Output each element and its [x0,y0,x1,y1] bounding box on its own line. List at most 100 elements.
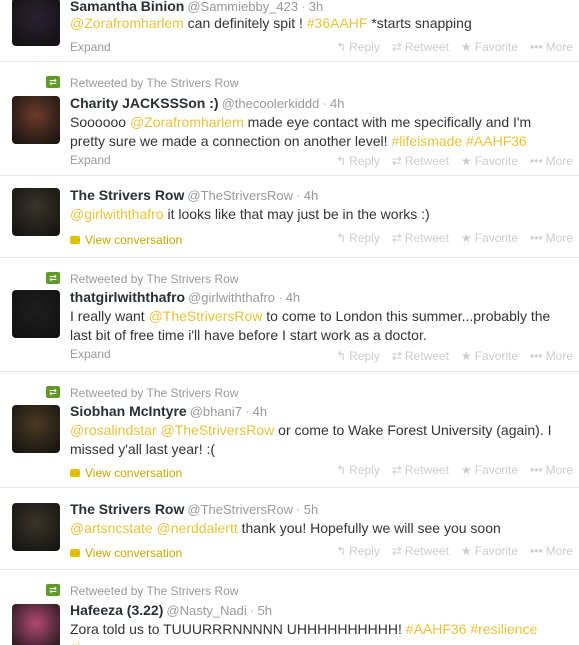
more-action[interactable]: ••• More [530,544,573,558]
user-fullname[interactable]: The Strivers Row [70,501,184,517]
avatar[interactable] [12,96,60,144]
expand-link[interactable]: Expand [70,153,111,167]
favorite-action[interactable]: ★ Favorite [461,463,518,477]
reply-action[interactable]: ↰ Reply [336,349,380,363]
retweet-action[interactable]: ⇄ Retweet [392,231,449,245]
tweet-entity-link[interactable]: #lifeismade [391,133,462,149]
view-conversation-label[interactable]: View conversation [85,546,182,560]
retweeted-by-label[interactable]: Retweeted by The Strivers Row [70,272,239,286]
view-conversation-link[interactable]: View conversation [70,466,182,480]
tweet-entity-link[interactable]: @rosalindstar [70,422,157,438]
user-handle[interactable]: @girlwiththafro [188,290,275,305]
reply-action[interactable]: ↰ Reply [336,544,380,558]
more-action[interactable]: ••• More [530,463,573,477]
reply-action[interactable]: ↰ Reply [336,463,380,477]
view-conversation-link[interactable]: View conversation [70,546,182,560]
retweeted-badge-icon: ⇄ [46,272,60,284]
retweeted-by-label[interactable]: Retweeted by The Strivers Row [70,584,239,598]
user-fullname[interactable]: Hafeeza (3.22) [70,602,163,618]
tweet-timestamp[interactable]: 4h [253,404,267,419]
tweet-entity-link[interactable]: @TheStriversRow [149,308,263,324]
avatar[interactable] [12,0,60,46]
tweet-entity-link[interactable]: @Zorafromharlem [130,114,244,130]
retweeted-badge-icon: ⇄ [46,386,60,398]
retweeted-by-label[interactable]: Retweeted by The Strivers Row [70,386,239,400]
tweet-entity-link[interactable]: @TheStriversRow [160,422,274,438]
user-fullname[interactable]: thatgirlwiththafro [70,289,185,305]
avatar[interactable] [12,290,60,338]
expand-link[interactable]: Expand [70,347,111,361]
tweet-timestamp[interactable]: 4h [286,290,300,305]
tweet-item[interactable]: ⇄ Retweeted by The Strivers Row Charity JA… [0,62,579,176]
retweet-action[interactable]: ⇄ Retweet [392,349,449,363]
tweet-text: @girlwiththafro it looks like that may j… [70,205,570,224]
tweet-entity-link[interactable]: @girlwiththafro [70,206,164,222]
avatar[interactable] [12,188,60,236]
user-handle[interactable]: @TheStriversRow [187,502,293,517]
separator-dot: · [244,403,250,419]
more-action[interactable]: ••• More [530,154,573,168]
favorite-action[interactable]: ★ Favorite [461,349,518,363]
separator-dot: · [296,187,301,203]
reply-action[interactable]: ↰ Reply [336,231,380,245]
tweet-entity-link[interactable]: @nerddalertt [157,520,238,536]
tweet-entity-link[interactable]: @artsncstate [70,520,153,536]
more-dots-icon: ••• [530,463,543,477]
user-fullname[interactable]: Siobhan McIntyre [70,403,187,419]
tweet-timestamp[interactable]: 5h [304,502,318,517]
tweet-header: Hafeeza (3.22) @Nasty_Nadi · 5h [70,602,272,619]
tweet-item[interactable]: The Strivers Row @TheStriversRow · 4h @girlw… [0,176,579,258]
user-fullname[interactable]: The Strivers Row [70,187,184,203]
retweet-icon: ⇄ [391,544,402,558]
user-handle[interactable]: @TheStriversRow [187,188,293,203]
tweet-item[interactable]: Samantha Binion @Sammiebby_423 · 3h @Zorafro… [0,0,579,62]
tweet-entity-link[interactable]: #AAHF36 [406,621,467,637]
tweet-entity-link[interactable]: #imara [70,640,113,645]
reply-action[interactable]: ↰ Reply [336,154,380,168]
tweet-item[interactable]: The Strivers Row @TheStriversRow · 5h @artsn… [0,488,579,570]
view-conversation-link[interactable]: View conversation [70,233,182,247]
retweeted-by-label[interactable]: Retweeted by The Strivers Row [70,76,239,90]
tweet-entity-link[interactable]: #36AAHF [307,15,368,31]
avatar[interactable] [12,503,60,551]
user-handle[interactable]: @bhani7 [190,404,242,419]
expand-link[interactable]: Expand [70,40,111,54]
view-conversation-label[interactable]: View conversation [85,233,182,247]
favorite-label: Favorite [474,154,519,168]
more-action[interactable]: ••• More [530,349,573,363]
favorite-action[interactable]: ★ Favorite [461,231,518,245]
tweet-actions: ↰ Reply ⇄ Retweet ★ Favorite ••• More [324,231,573,245]
retweet-action[interactable]: ⇄ Retweet [392,40,449,54]
retweet-action[interactable]: ⇄ Retweet [392,154,449,168]
user-fullname[interactable]: Charity JACKSSSon :) [70,95,219,111]
tweet-entity-link[interactable]: @Zorafromharlem [70,15,184,31]
user-handle[interactable]: @Sammiebby_423 [187,0,298,14]
tweet-timestamp[interactable]: 4h [304,188,318,203]
view-conversation-label[interactable]: View conversation [85,466,182,480]
reply-arrow-icon: ↰ [336,231,347,245]
tweet-item[interactable]: ⇄ Retweeted by The Strivers Row Siobhan Mc… [0,372,579,488]
reply-action[interactable]: ↰ Reply [336,40,380,54]
tweet-entity-link[interactable]: #AAHF36 [466,133,527,149]
more-action[interactable]: ••• More [530,40,573,54]
user-handle[interactable]: @Nasty_Nadi [166,603,246,618]
tweet-entity-link[interactable]: #resilience [470,621,537,637]
tweet-timestamp[interactable]: 5h [257,603,271,618]
more-action[interactable]: ••• More [530,231,573,245]
more-dots-icon: ••• [530,231,543,245]
star-icon: ★ [460,544,472,558]
tweet-item[interactable]: ⇄ Retweeted by The Strivers Row thatgirlwi… [0,258,579,372]
retweet-action[interactable]: ⇄ Retweet [392,463,449,477]
tweet-item[interactable]: ⇄ Retweeted by The Strivers Row Hafeeza (3… [0,570,579,645]
tweet-timestamp[interactable]: 4h [330,96,344,111]
favorite-action[interactable]: ★ Favorite [461,40,518,54]
avatar[interactable] [12,405,60,453]
retweet-action[interactable]: ⇄ Retweet [392,544,449,558]
user-fullname[interactable]: Samantha Binion [70,0,184,14]
tweet-timestamp[interactable]: 3h [309,0,323,14]
favorite-action[interactable]: ★ Favorite [461,544,518,558]
user-handle[interactable]: @thecoolerkiddd [222,96,320,111]
tweet-text: I really want @TheStriversRow to come to… [70,307,570,345]
favorite-action[interactable]: ★ Favorite [461,154,518,168]
avatar[interactable] [12,604,60,645]
